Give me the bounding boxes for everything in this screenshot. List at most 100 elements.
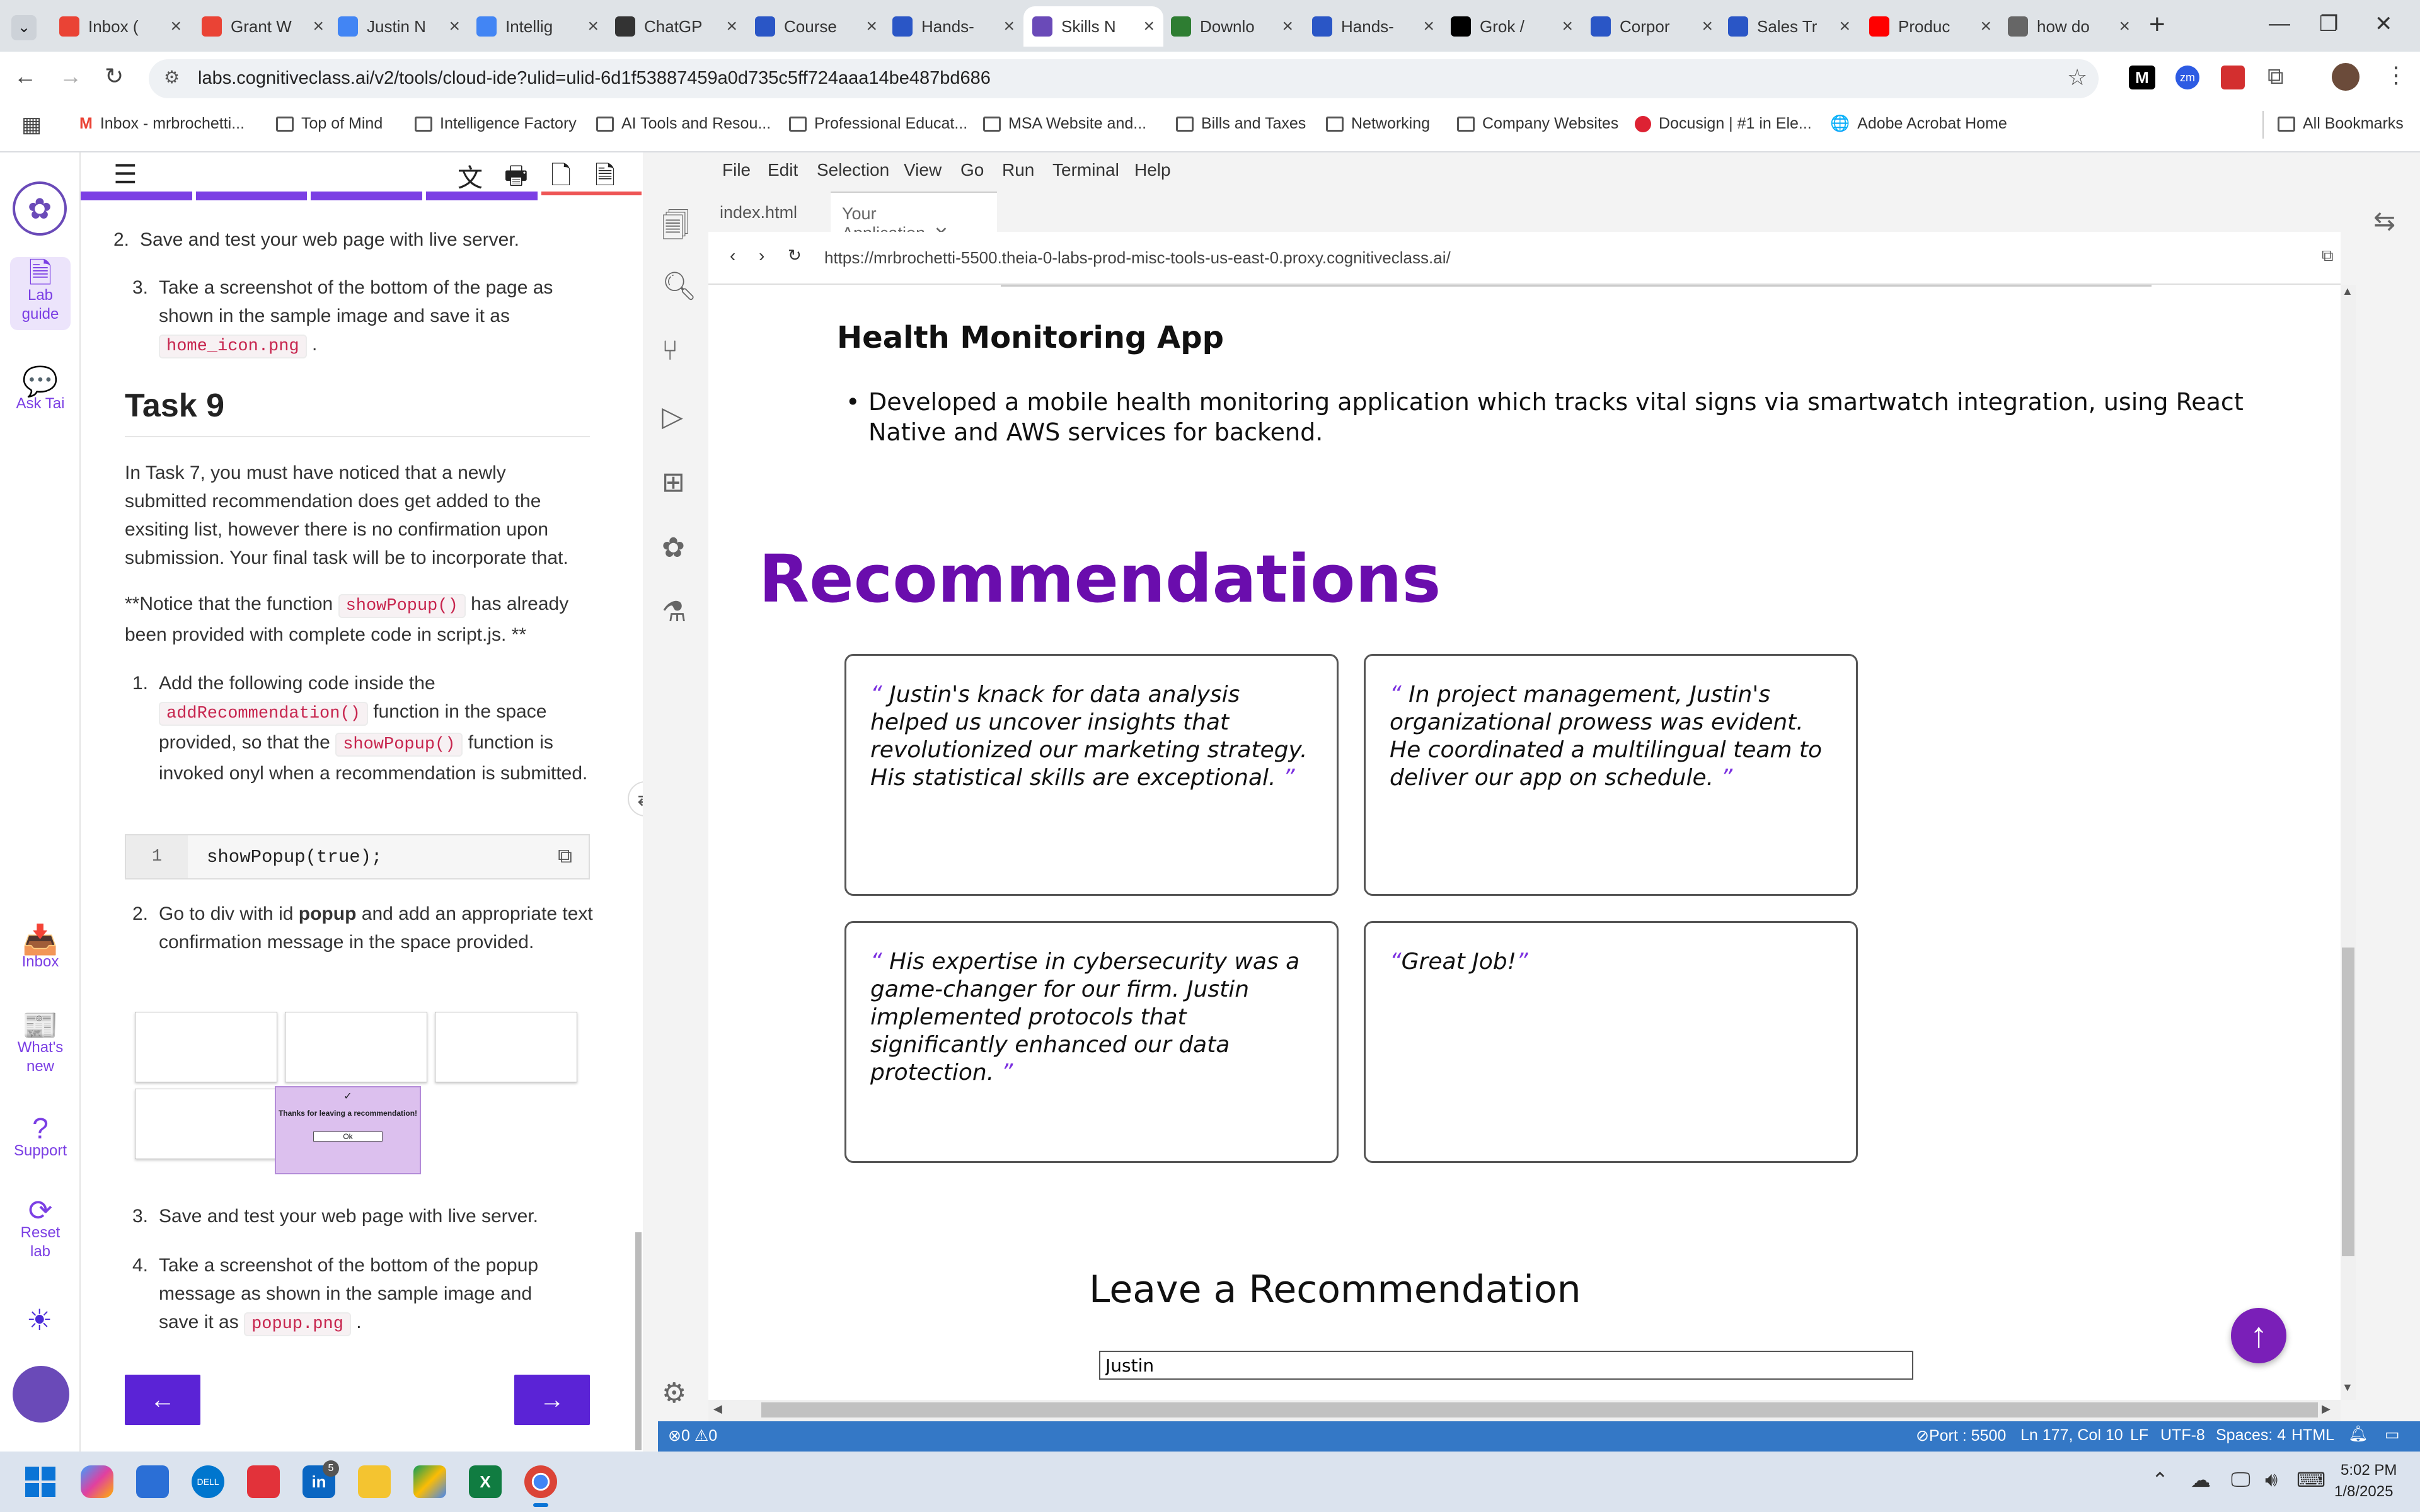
close-tab-icon[interactable]: × <box>1562 16 1573 37</box>
store-icon[interactable] <box>136 1465 169 1498</box>
status-eol[interactable]: LF <box>2130 1426 2148 1445</box>
browser-tab[interactable]: Intellig × <box>468 6 608 47</box>
toc-menu-icon[interactable]: ☰ <box>113 159 137 190</box>
clock-date[interactable]: 1/8/2025 <box>2334 1483 2393 1501</box>
tray-chevron-icon[interactable]: ⌃ <box>2152 1468 2169 1492</box>
onedrive-icon[interactable]: ☁ <box>2191 1468 2211 1492</box>
vertical-scrollbar-thumb[interactable] <box>2342 948 2354 1256</box>
minimize-icon[interactable]: — <box>2269 11 2290 36</box>
rail-lab-guide[interactable]: 🗎 Lab guide <box>10 257 71 330</box>
browser-tab[interactable]: Hands- × <box>1303 6 1443 47</box>
back-icon[interactable]: ← <box>14 63 37 89</box>
tab-index-html[interactable]: index.html <box>708 192 831 232</box>
windows-start-icon[interactable] <box>25 1467 55 1497</box>
scroll-down-icon[interactable]: ▼ <box>2342 1381 2353 1394</box>
clock-time[interactable]: 5:02 PM <box>2341 1462 2397 1479</box>
menu-view[interactable]: View <box>904 160 942 180</box>
display-icon[interactable]: 🖵 <box>2231 1468 2250 1492</box>
scroll-right-icon[interactable]: ▶ <box>2322 1402 2331 1416</box>
skills-network-toolbox-icon[interactable]: ✿ <box>662 532 685 564</box>
close-tab-icon[interactable]: × <box>1702 16 1713 37</box>
browser-tab[interactable]: Corpor × <box>1582 6 1722 47</box>
restore-icon[interactable]: ❐ <box>2319 11 2338 37</box>
browser-tab[interactable]: Inbox (× <box>50 6 190 47</box>
browser-tab[interactable]: ChatGP × <box>606 6 746 47</box>
bookmark-msa-website[interactable]: MSA Website and... <box>983 115 1146 133</box>
extension-zm-icon[interactable]: zm <box>2175 66 2199 89</box>
close-tab-icon[interactable]: × <box>1423 16 1434 37</box>
close-tab-icon[interactable]: × <box>1839 16 1850 37</box>
all-bookmarks[interactable]: All Bookmarks <box>2278 115 2404 133</box>
horizontal-scrollbar-thumb[interactable] <box>761 1402 2318 1418</box>
chrome-icon[interactable] <box>524 1465 557 1498</box>
url-text[interactable]: labs.cognitiveclass.ai/v2/tools/cloud-id… <box>198 68 991 89</box>
layout-toggle-icon[interactable]: ⇆ <box>2373 205 2395 236</box>
forward-icon[interactable]: → <box>59 63 82 89</box>
menu-help[interactable]: Help <box>1134 160 1171 180</box>
bookmark-bills-taxes[interactable]: Bills and Taxes <box>1176 115 1306 133</box>
bookmark-ai-tools[interactable]: AI Tools and Resou... <box>596 115 771 133</box>
browser-tab[interactable]: Sales Tr × <box>1719 6 1859 47</box>
browser-tab[interactable]: Downlo × <box>1162 6 1302 47</box>
preview-url[interactable]: https://mrbrochetti-5500.theia-0-labs-pr… <box>824 248 1451 268</box>
user-avatar[interactable] <box>13 1366 69 1423</box>
close-tab-icon[interactable]: × <box>1143 16 1155 37</box>
rail-support[interactable]: ? Support <box>10 1114 71 1160</box>
browser-tab[interactable]: Skills N × <box>1023 6 1163 47</box>
scroll-left-icon[interactable]: ◀ <box>713 1402 722 1416</box>
profile-avatar[interactable] <box>2332 63 2360 91</box>
extension-m-icon[interactable]: M <box>2129 66 2155 89</box>
bookmark-inbox[interactable]: M Inbox - mrbrochetti... <box>79 115 245 133</box>
rail-inbox[interactable]: 📥 Inbox <box>10 925 71 971</box>
previous-page-button[interactable]: ← <box>125 1375 200 1425</box>
site-info-icon[interactable]: ⚙ <box>164 67 180 88</box>
status-spaces[interactable]: Spaces: 4 <box>2216 1426 2286 1445</box>
settings-gear-icon[interactable]: ⚙ <box>662 1377 686 1409</box>
file-explorer-icon[interactable] <box>358 1465 391 1498</box>
bookmark-professional-education[interactable]: Professional Educat... <box>789 115 967 133</box>
bookmark-top-of-mind[interactable]: Top of Mind <box>276 115 383 133</box>
menu-terminal[interactable]: Terminal <box>1052 160 1119 180</box>
browser-tab[interactable]: Grok / × <box>1442 6 1582 47</box>
chrome-menu-icon[interactable]: ⋮ <box>2385 62 2407 88</box>
dell-icon[interactable]: DELL <box>192 1465 224 1498</box>
bookmark-company-websites[interactable]: Company Websites <box>1457 115 1618 133</box>
search-icon[interactable]: 🔍︎ <box>662 270 697 302</box>
close-tab-icon[interactable]: × <box>1003 16 1015 37</box>
status-language[interactable]: HTML <box>2291 1426 2334 1445</box>
bookmark-star-icon[interactable]: ☆ <box>2067 64 2087 91</box>
source-control-icon[interactable]: ⑂ <box>662 335 678 367</box>
name-input[interactable] <box>1099 1351 1913 1380</box>
translate-icon[interactable]: 文 <box>458 158 483 194</box>
run-debug-icon[interactable]: ▷ <box>662 401 683 433</box>
bookmark-adobe-acrobat[interactable]: 🌐 Adobe Acrobat Home <box>1830 115 2007 133</box>
tab-search-icon[interactable]: ⌄ <box>11 15 37 40</box>
extensions-icon[interactable]: ⊞ <box>662 466 685 498</box>
menu-run[interactable]: Run <box>1002 160 1034 180</box>
browser-tab[interactable]: Course × <box>746 6 886 47</box>
explorer-icon[interactable]: 🗐 <box>662 205 689 253</box>
close-tab-icon[interactable]: × <box>587 16 599 37</box>
preview-back-icon[interactable]: ‹ <box>730 246 735 266</box>
open-external-icon[interactable]: ⧉ <box>2322 246 2334 266</box>
menu-file[interactable]: File <box>722 160 751 180</box>
status-position[interactable]: Ln 177, Col 10 <box>2020 1426 2123 1445</box>
menu-selection[interactable]: Selection <box>817 160 889 180</box>
preview-forward-icon[interactable]: › <box>759 246 764 266</box>
close-tab-icon[interactable]: × <box>866 16 877 37</box>
preview-reload-icon[interactable]: ↻ <box>788 246 802 265</box>
close-tab-icon[interactable]: × <box>1282 16 1293 37</box>
status-encoding[interactable]: UTF-8 <box>2160 1426 2205 1445</box>
close-tab-icon[interactable]: × <box>449 16 460 37</box>
bookmark-intelligence-factory[interactable]: Intelligence Factory <box>415 115 577 133</box>
skills-network-logo[interactable]: ✿ <box>13 181 67 236</box>
rail-reset-lab[interactable]: ⟳ Reset lab <box>10 1196 71 1261</box>
extension-acrobat-icon[interactable] <box>2221 66 2245 89</box>
scroll-to-top-button[interactable]: ↑ <box>2231 1308 2286 1363</box>
excel-icon[interactable]: X <box>469 1465 502 1498</box>
browser-tab[interactable]: Justin N × <box>329 6 469 47</box>
google-drive-icon[interactable] <box>413 1465 446 1498</box>
bookmark-networking[interactable]: Networking <box>1326 115 1430 133</box>
rail-ask-tai[interactable]: 💬 Ask Tai <box>10 367 71 413</box>
test-flask-icon[interactable]: ⚗ <box>662 596 686 628</box>
